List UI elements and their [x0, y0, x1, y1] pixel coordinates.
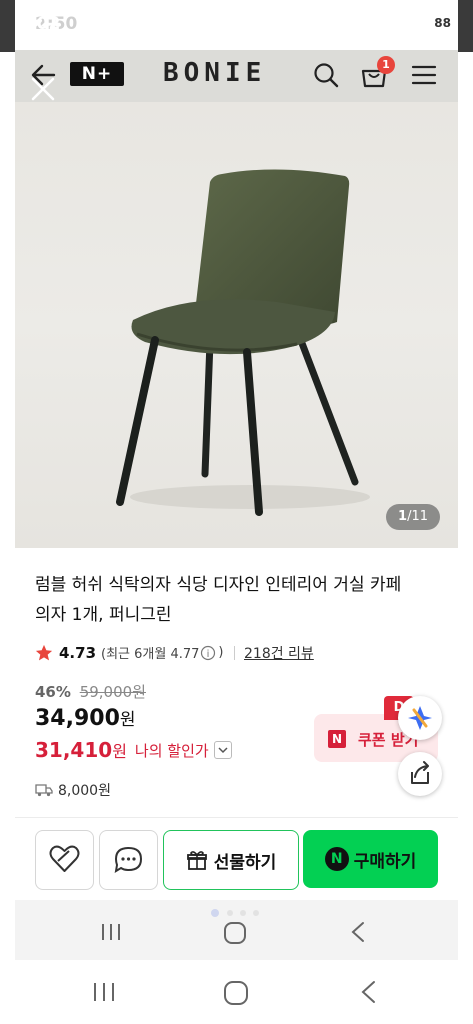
ai-assistant-button[interactable]: [398, 696, 442, 740]
naver-plus-logo[interactable]: N+: [70, 62, 124, 86]
home-icon[interactable]: [222, 920, 248, 946]
my-discount-price[interactable]: 31,410 원 나의 할인가: [35, 738, 232, 762]
image-counter-total: /11: [407, 509, 428, 524]
chat-bubble-icon: [114, 846, 143, 873]
product-image[interactable]: [15, 102, 458, 548]
pagination-dots: [211, 909, 259, 917]
svg-text:LTE: LTE: [369, 21, 384, 31]
search-icon[interactable]: [312, 61, 340, 89]
image-counter: 1/11: [386, 504, 440, 530]
sparkle-icon: [408, 706, 432, 730]
my-price-number: 31,410: [35, 738, 113, 762]
share-button[interactable]: [398, 752, 442, 796]
svg-text:i: i: [207, 649, 210, 660]
buy-label: 구매하기: [353, 851, 417, 872]
battery-indicator: 88: [428, 15, 457, 31]
image-counter-current: 1: [398, 509, 408, 524]
gift-button[interactable]: 선물하기: [163, 830, 299, 890]
shipping-fee: 8,000원: [35, 780, 111, 800]
gift-label: 선물하기: [213, 852, 277, 873]
rating-row[interactable]: 4.73 (최근 6개월 4.77 i ): [35, 643, 245, 662]
share-icon: [411, 761, 429, 784]
review-count-link[interactable]: 218건 리뷰: [244, 643, 314, 663]
system-back-icon[interactable]: [358, 979, 380, 1005]
section-divider: [15, 817, 458, 818]
product-title-line2: 의자 1개, 퍼니그린: [35, 605, 172, 625]
signal-wifi-icon: ✕ LTE: [323, 18, 399, 32]
system-home-icon[interactable]: [222, 979, 250, 1007]
product-title: 럼블 허쉬 식탁의자 식당 디자인 인테리어 거실 카페 의자 1개, 퍼니그린: [35, 570, 440, 630]
naver-pay-icon: N: [324, 847, 349, 871]
heart-icon: [49, 845, 80, 872]
rating-divider: [233, 645, 235, 660]
truck-icon: [35, 784, 53, 797]
chat-button[interactable]: [99, 830, 158, 890]
naver-n-icon: N: [328, 730, 346, 748]
buy-button[interactable]: N 구매하기: [303, 830, 438, 888]
svg-text:✕: ✕: [335, 18, 345, 31]
chair-illustration: [116, 169, 370, 516]
close-icon[interactable]: [30, 76, 56, 102]
brand-name[interactable]: BONIE: [163, 58, 266, 88]
status-icons: ✕ LTE: [323, 17, 403, 35]
recent-rating: (최근 6개월 4.77: [101, 647, 200, 662]
rating-value: 4.73: [59, 643, 97, 662]
chevron-down-icon[interactable]: [213, 741, 232, 759]
info-icon[interactable]: i: [200, 645, 216, 661]
recent-apps-icon[interactable]: [100, 922, 122, 942]
my-price-label: 나의 할인가: [134, 741, 209, 760]
discount-row: 46% 59,000원: [35, 681, 146, 702]
discount-percent: 46%: [35, 683, 71, 701]
wishlist-button[interactable]: [35, 830, 94, 890]
cart-count-badge: 1: [377, 56, 395, 74]
outer-clock: 1:02: [18, 14, 61, 34]
my-price-unit: 원: [112, 742, 127, 761]
sale-price: 34,900원: [35, 705, 136, 731]
shipping-fee-value: 8,000원: [58, 783, 111, 799]
back-nav-icon[interactable]: [348, 920, 368, 944]
sale-price-number: 34,900: [35, 706, 120, 731]
star-icon: [35, 644, 53, 660]
menu-icon[interactable]: [411, 64, 437, 86]
system-recent-apps-icon[interactable]: [92, 981, 116, 1003]
recent-rating-close: ): [218, 645, 224, 660]
original-price: 59,000원: [79, 683, 146, 701]
sale-price-unit: 원: [119, 710, 136, 730]
gift-icon: [186, 851, 207, 870]
product-title-line1: 럼블 허쉬 식탁의자 식당 디자인 인테리어 거실 카페: [35, 575, 402, 595]
